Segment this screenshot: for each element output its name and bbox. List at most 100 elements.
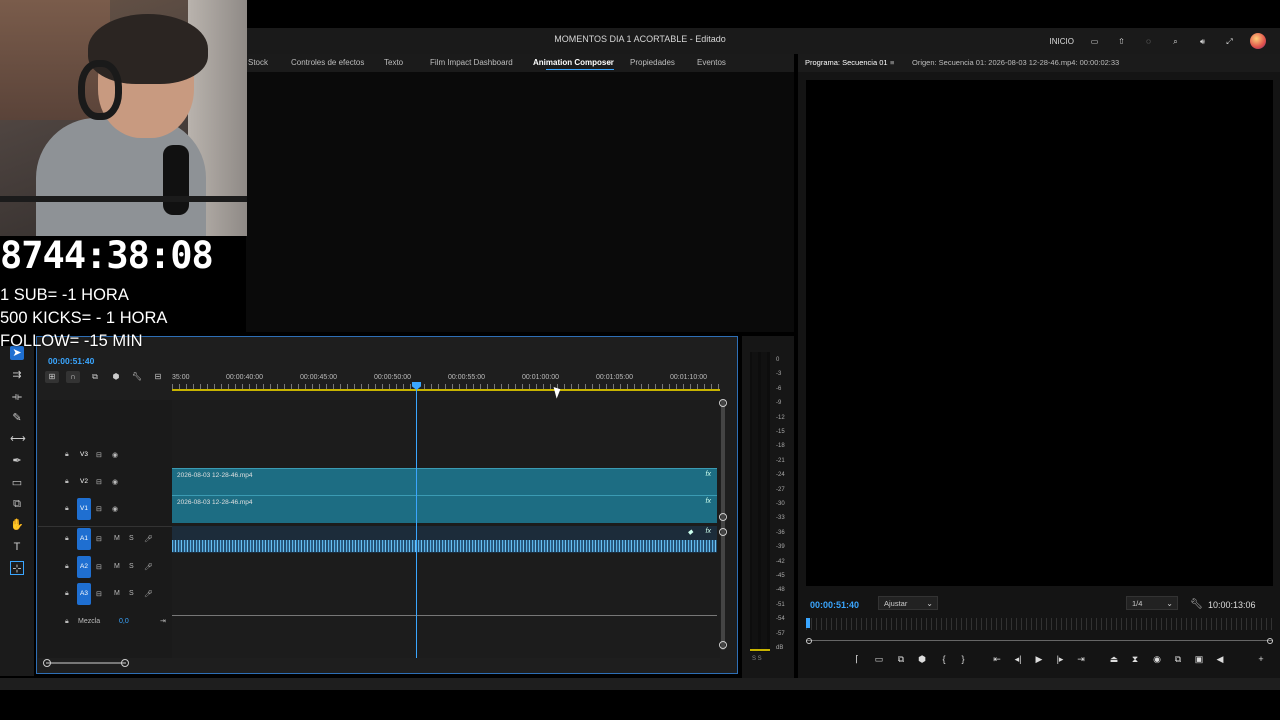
tab-menu-icon[interactable]: ≡ — [608, 58, 613, 67]
rectangle-tool-icon[interactable]: ▭ — [10, 476, 24, 490]
mic-icon[interactable]: 🎤︎ — [144, 590, 153, 598]
snap-icon[interactable]: ∩ — [66, 371, 80, 383]
resolution-select[interactable]: 1/4 ⌄ — [1126, 596, 1178, 610]
audio-mute-icon[interactable]: ◀ — [1213, 654, 1227, 665]
tab-stock[interactable]: Stock — [248, 58, 268, 67]
solo-button[interactable]: S — [129, 563, 134, 570]
track-v2[interactable]: V2 — [77, 478, 91, 485]
sync-lock-icon[interactable]: ⊟ — [96, 563, 102, 571]
comparison-view-icon[interactable]: ⧉ — [1171, 654, 1185, 665]
pen-tool-icon[interactable]: ✒ — [10, 454, 24, 468]
lock-icon[interactable]: 🔒︎ — [65, 535, 69, 543]
mute-button[interactable]: M — [114, 563, 120, 570]
program-timecode[interactable]: 00:00:51:40 — [810, 600, 859, 610]
program-zoom-scrollbar[interactable] — [806, 638, 1273, 644]
eye-icon[interactable]: ◉ — [112, 451, 118, 459]
mix-value[interactable]: 0,0 — [119, 618, 129, 625]
work-area-bar[interactable] — [172, 389, 720, 391]
go-to-in-icon[interactable]: ⇤ — [990, 654, 1004, 665]
zoom-handle-left[interactable] — [43, 659, 51, 667]
lock-icon[interactable]: 🔒︎ — [65, 505, 69, 513]
progress-icon[interactable]: ◌ — [1142, 35, 1155, 48]
program-video-frame[interactable] — [806, 80, 1273, 586]
zoom-handle-right[interactable] — [121, 659, 129, 667]
extract-icon[interactable]: ⧗ — [1128, 654, 1142, 665]
mark-out-brace-icon[interactable]: } — [956, 654, 970, 664]
video-clip-v2[interactable]: 2026-08-03 12-28-46.mp4 fx — [172, 468, 717, 496]
lock-icon[interactable]: 🔒︎ — [65, 590, 69, 598]
tab-program[interactable]: Programa: Secuencia 01 — [805, 58, 888, 67]
timeline-vertical-scrollbar[interactable] — [721, 400, 725, 650]
safe-margins-icon[interactable]: ▭ — [872, 654, 886, 665]
tab-effect-controls[interactable]: Controles de efectos — [291, 58, 364, 67]
tab-properties[interactable]: Propiedades — [630, 58, 675, 67]
panel-layout-icon[interactable]: ▭ — [1088, 35, 1101, 48]
track-v3[interactable]: V3 — [77, 451, 91, 458]
lock-icon[interactable]: 🔒︎ — [65, 451, 69, 459]
mic-icon[interactable]: 🎤︎ — [144, 563, 153, 571]
solo-button[interactable]: S — [129, 535, 134, 542]
mic-icon[interactable]: 🎤︎ — [144, 535, 153, 543]
meter-solo-labels[interactable]: S S — [752, 656, 762, 662]
scroll-handle-left[interactable] — [806, 638, 812, 644]
scroll-handle-bottom[interactable] — [719, 641, 727, 649]
lock-icon[interactable]: 🔒︎ — [65, 478, 69, 486]
tab-events[interactable]: Eventos — [697, 58, 726, 67]
proxy-icon[interactable]: ▣ — [1192, 654, 1206, 665]
tab-animation-composer[interactable]: Animation Composer — [533, 58, 614, 67]
mute-button[interactable]: M — [114, 535, 120, 542]
ripple-edit-icon[interactable]: ⟛ — [10, 390, 24, 404]
video-clip-v1[interactable]: 2026-08-03 12-28-46.mp4 fx — [172, 495, 717, 523]
step-forward-icon[interactable]: |▸ — [1053, 654, 1067, 665]
timeline-timecode[interactable]: 00:00:51:40 — [48, 356, 94, 366]
track-a3[interactable]: A3 — [77, 583, 91, 605]
match-frame-icon[interactable]: ⧉ — [894, 654, 908, 665]
go-to-out-icon[interactable]: ⇥ — [1074, 654, 1088, 665]
timeline-settings-icon[interactable]: 🔧︎ — [130, 371, 144, 383]
timeline-zoom-bar[interactable] — [46, 662, 126, 664]
linked-selection-icon[interactable]: ⧉ — [88, 371, 102, 383]
add-button-icon[interactable]: + — [1254, 654, 1268, 664]
solo-button[interactable]: S — [129, 590, 134, 597]
scroll-handle-top[interactable] — [719, 399, 727, 407]
track-a2[interactable]: A2 — [77, 556, 91, 578]
fit-select[interactable]: Ajustar ⌄ — [878, 596, 938, 610]
eye-icon[interactable]: ◉ — [112, 505, 118, 513]
shape-edit-icon[interactable]: ⧉ — [10, 497, 24, 511]
track-select-icon[interactable]: ⇉ — [10, 368, 24, 382]
play-icon[interactable]: ▶ — [1032, 654, 1046, 665]
lock-icon[interactable]: 🔒︎ — [65, 563, 69, 571]
hand-tool-icon[interactable]: ✋ — [10, 518, 24, 532]
tab-source[interactable]: Origen: Secuencia 01: 2026-08-03 12-28-4… — [912, 58, 1119, 67]
playhead-line[interactable] — [416, 382, 417, 658]
lock-icon[interactable]: 🔒︎ — [65, 618, 69, 626]
add-marker-icon[interactable]: ⬢ — [915, 654, 929, 665]
volume-icon[interactable]: 🔊︎ — [1196, 35, 1209, 48]
lift-icon[interactable]: ⏏ — [1107, 654, 1121, 665]
workspace-label[interactable]: INICIO — [1050, 37, 1074, 46]
scroll-handle-audio[interactable] — [719, 528, 727, 536]
sync-lock-icon[interactable]: ⊟ — [96, 535, 102, 543]
caption-tool-icon[interactable]: ⊹ — [10, 561, 24, 575]
eye-icon[interactable]: ◉ — [112, 478, 118, 486]
type-tool-icon[interactable]: T — [10, 540, 24, 554]
export-icon[interactable]: ⇧ — [1115, 35, 1128, 48]
add-marker-icon[interactable]: ⬢ — [109, 371, 123, 383]
mark-in-icon[interactable]: ⌈ — [850, 654, 864, 665]
sync-lock-icon[interactable]: ⊟ — [96, 451, 102, 459]
export-frame-icon[interactable]: ◉ — [1150, 654, 1164, 665]
scroll-handle-mid[interactable] — [719, 513, 727, 521]
track-v1[interactable]: V1 — [77, 498, 91, 520]
wrench-icon[interactable]: 🔧︎ — [1190, 599, 1203, 610]
mute-button[interactable]: M — [114, 590, 120, 597]
mark-in-brace-icon[interactable]: { — [937, 654, 951, 664]
scroll-handle-right[interactable] — [1267, 638, 1273, 644]
step-back-icon[interactable]: ◂| — [1011, 654, 1025, 665]
insert-nest-icon[interactable]: ⊞ — [45, 371, 59, 383]
tab-film-impact[interactable]: Film Impact Dashboard — [430, 58, 513, 67]
avatar[interactable] — [1250, 33, 1266, 49]
sync-lock-icon[interactable]: ⊟ — [96, 505, 102, 513]
captions-icon[interactable]: ⊟ — [151, 371, 165, 383]
razor-icon[interactable]: ✎ — [10, 411, 24, 425]
program-ruler[interactable] — [806, 618, 1274, 630]
